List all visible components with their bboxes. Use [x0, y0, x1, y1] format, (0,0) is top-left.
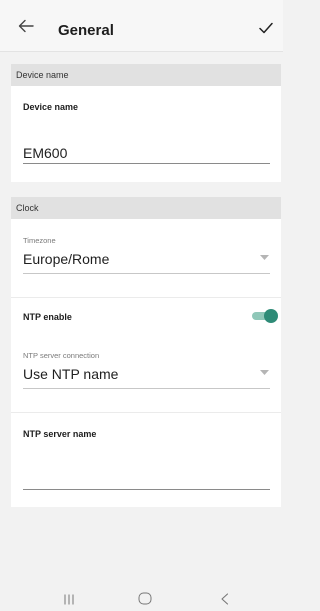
dropdown-arrow-icon	[260, 255, 269, 260]
ntp-enable-toggle[interactable]	[252, 309, 278, 323]
device-name-card: Device name EM600	[11, 86, 281, 182]
page-title: General	[58, 22, 114, 39]
section-header-clock: Clock	[11, 197, 281, 219]
ntp-enable-label: NTP enable	[23, 312, 72, 322]
dropdown-arrow-icon	[260, 370, 269, 375]
checkmark-icon[interactable]	[259, 22, 273, 34]
system-nav-bar	[0, 586, 283, 611]
divider	[11, 297, 281, 298]
arrow-left-icon[interactable]	[18, 19, 34, 33]
home-icon[interactable]	[138, 592, 152, 605]
device-name-input[interactable]: EM600	[23, 145, 67, 161]
ntp-server-name-underline	[23, 489, 270, 490]
device-name-label: Device name	[23, 102, 79, 112]
ntp-connection-label: NTP server connection	[23, 351, 100, 360]
timezone-underline	[23, 273, 270, 274]
app-bar: General	[0, 0, 283, 52]
ntp-server-name-label: NTP server name	[23, 429, 97, 439]
ntp-connection-underline	[23, 388, 270, 389]
clock-card: Timezone Europe/Rome NTP enable NTP serv…	[11, 219, 281, 507]
section-header-device-name: Device name	[11, 64, 281, 86]
device-name-underline	[23, 163, 270, 164]
timezone-label: Timezone	[23, 236, 56, 245]
back-icon[interactable]	[220, 593, 229, 605]
divider	[11, 412, 281, 413]
recents-icon[interactable]	[63, 594, 75, 605]
toggle-thumb	[264, 309, 278, 323]
timezone-value: Europe/Rome	[23, 251, 110, 267]
ntp-connection-value: Use NTP name	[23, 366, 119, 382]
